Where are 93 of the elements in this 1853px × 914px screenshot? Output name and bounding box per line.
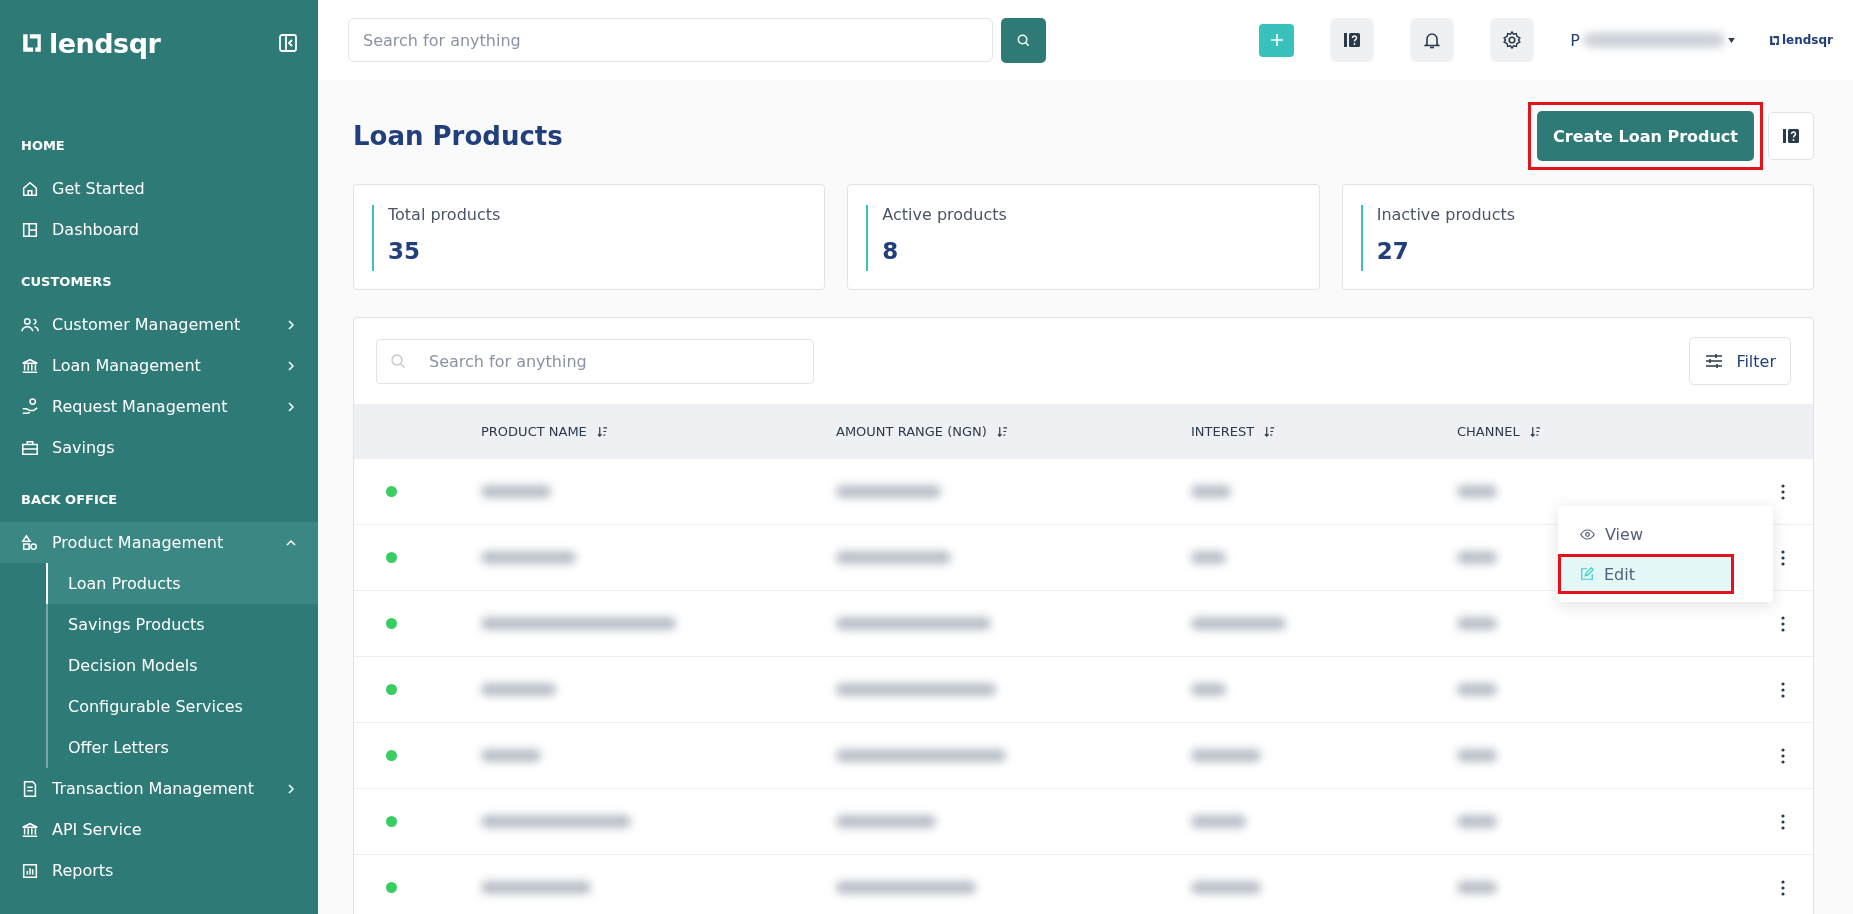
redacted-text	[1191, 881, 1261, 894]
nav-item[interactable]: Product Management	[0, 522, 318, 563]
stat-label: Inactive products	[1376, 205, 1517, 224]
redacted-text	[1457, 683, 1497, 696]
more-options-icon[interactable]	[1781, 615, 1785, 632]
search-button[interactable]	[1001, 17, 1046, 63]
edit-icon	[1580, 567, 1594, 581]
redacted-text	[1457, 617, 1497, 630]
redacted-text	[1457, 881, 1497, 894]
help-button[interactable]	[1330, 18, 1375, 62]
eye-icon	[1580, 528, 1595, 540]
stat-value: 35	[388, 238, 421, 264]
stat-label: Total products	[388, 205, 502, 224]
redacted-text	[1457, 551, 1497, 564]
brand-name: lendsqr	[49, 27, 161, 59]
redacted-text	[1191, 749, 1261, 762]
menu-item[interactable]: Edit	[1558, 554, 1734, 594]
bank-icon	[21, 820, 39, 839]
section-title: HOME	[20, 137, 66, 155]
column-header[interactable]: CHANNEL	[1457, 424, 1753, 439]
nav-item[interactable]: API Service	[0, 809, 318, 850]
redacted-text	[1457, 815, 1497, 828]
logo-icon	[1768, 34, 1780, 46]
stat-value: 27	[1376, 238, 1410, 264]
nav-item[interactable]: Request Management	[0, 386, 318, 427]
redacted-text	[1457, 485, 1497, 498]
home-icon	[21, 179, 39, 198]
redacted-text	[1191, 815, 1246, 828]
users-icon	[21, 315, 39, 334]
column-header[interactable]: AMOUNT RANGE (NGN)	[836, 424, 1191, 439]
sort-icon	[596, 426, 608, 437]
bank-icon	[21, 356, 39, 375]
redacted-text	[481, 485, 551, 498]
user-name[interactable]: P	[1570, 30, 1580, 50]
partner-logo: lendsqr	[1781, 33, 1833, 47]
section-title: BACK OFFICE	[20, 491, 119, 509]
create-loan-product-button[interactable]: Create Loan Product	[1537, 111, 1754, 161]
chevron-right-icon	[286, 319, 296, 330]
caret-icon	[1727, 37, 1735, 43]
search-icon	[390, 352, 406, 369]
grid-icon	[21, 220, 39, 239]
nav-item[interactable]: Savings	[0, 427, 318, 468]
logo-icon	[21, 32, 43, 54]
help-icon	[1342, 30, 1363, 50]
nav-item[interactable]: Reports	[0, 850, 318, 891]
nav-item[interactable]: Customer Management	[0, 304, 318, 345]
stat-value: 8	[882, 238, 900, 264]
section-title: CUSTOMERS	[20, 273, 113, 291]
column-header[interactable]: INTEREST	[1191, 424, 1457, 439]
more-options-icon[interactable]	[1781, 483, 1785, 500]
nav-subitem[interactable]: Loan Products	[46, 563, 318, 604]
plus-icon	[1268, 32, 1285, 48]
search-field[interactable]: Search for anything	[348, 18, 993, 62]
collapse-sidebar-icon[interactable]	[278, 33, 298, 53]
filter-icon	[1704, 351, 1725, 371]
chevron-right-icon	[286, 360, 296, 371]
nav-item[interactable]: Dashboard	[0, 209, 318, 250]
case-icon	[21, 438, 39, 457]
nav-item[interactable]: Get Started	[0, 168, 318, 209]
page-title: Loan Products	[353, 121, 563, 151]
sort-icon	[996, 426, 1008, 437]
redacted-text	[481, 749, 541, 762]
column-header[interactable]: PRODUCT NAME	[481, 424, 836, 439]
redacted-text	[1191, 551, 1226, 564]
nav-item[interactable]: Loan Management	[0, 345, 318, 386]
redacted-text	[1191, 485, 1231, 498]
help-icon	[1781, 126, 1801, 146]
redacted-text	[1191, 683, 1226, 696]
sort-icon	[1529, 426, 1541, 437]
settings-button[interactable]	[1490, 18, 1535, 62]
chevron-right-icon	[286, 783, 296, 794]
shapes-icon	[21, 533, 39, 552]
more-options-icon[interactable]	[1781, 681, 1785, 698]
notifications-button[interactable]	[1410, 18, 1455, 62]
hand-icon	[21, 397, 39, 416]
search-icon	[1016, 32, 1031, 48]
nav-item[interactable]: Transaction Management	[0, 768, 318, 809]
doc-icon	[21, 779, 39, 798]
search-field[interactable]: Search for anything	[376, 338, 814, 384]
help-button[interactable]	[1768, 112, 1814, 160]
settings-icon	[1502, 30, 1523, 50]
menu-item[interactable]: View	[1558, 514, 1773, 554]
more-options-icon[interactable]	[1781, 813, 1785, 830]
stat-label: Active products	[882, 205, 1008, 224]
chevron-right-icon	[286, 401, 296, 412]
more-options-icon[interactable]	[1781, 879, 1785, 896]
filter-button[interactable]: Filter	[1689, 337, 1791, 385]
more-options-icon[interactable]	[1781, 747, 1785, 764]
redacted-text	[1457, 749, 1497, 762]
bell-icon	[1422, 30, 1443, 50]
chart-icon	[21, 861, 39, 880]
sort-icon	[1264, 426, 1276, 437]
more-options-icon[interactable]	[1781, 549, 1785, 566]
